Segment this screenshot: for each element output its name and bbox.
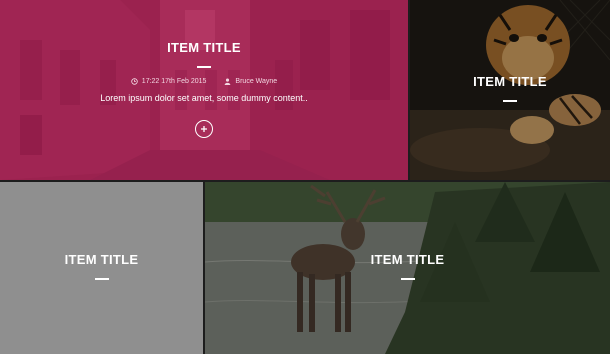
item-title: ITEM TITLE <box>64 252 139 267</box>
deer-tile-content: ITEM TITLE <box>205 252 610 280</box>
plus-icon <box>201 126 207 132</box>
item-author-text[interactable]: Bruce Wayne <box>235 78 277 85</box>
item-time: 17:22 17th Feb 2015 <box>131 78 207 85</box>
title-underline <box>197 66 211 68</box>
item-title: ITEM TITLE <box>473 74 547 89</box>
item-author: Bruce Wayne <box>224 78 277 85</box>
portfolio-tile-tiger[interactable]: ITEM TITLE <box>410 0 610 180</box>
item-title: ITEM TITLE <box>167 40 241 55</box>
portfolio-tile-city[interactable]: ITEM TITLE 17:22 17th Feb 2015 Bruce Way… <box>0 0 408 180</box>
tiger-tile-content: ITEM TITLE <box>410 74 610 102</box>
portfolio-tile-deer[interactable]: ITEM TITLE <box>205 182 610 354</box>
title-underline <box>503 100 517 102</box>
item-meta: 17:22 17th Feb 2015 Bruce Wayne <box>0 78 408 85</box>
item-excerpt: Lorem ipsum dolor set amet, some dummy c… <box>100 93 308 103</box>
view-more-button[interactable] <box>195 120 213 138</box>
portfolio-tile-gray[interactable]: ITEM TITLE <box>0 182 203 354</box>
item-time-text: 17:22 17th Feb 2015 <box>141 78 207 85</box>
title-underline <box>400 278 415 280</box>
user-icon <box>225 78 231 85</box>
item-title: ITEM TITLE <box>370 252 445 267</box>
gray-tile-content: ITEM TITLE <box>0 252 203 280</box>
city-tile-content: ITEM TITLE 17:22 17th Feb 2015 Bruce Way… <box>0 40 408 138</box>
clock-icon <box>131 78 138 85</box>
title-underline <box>94 278 109 280</box>
